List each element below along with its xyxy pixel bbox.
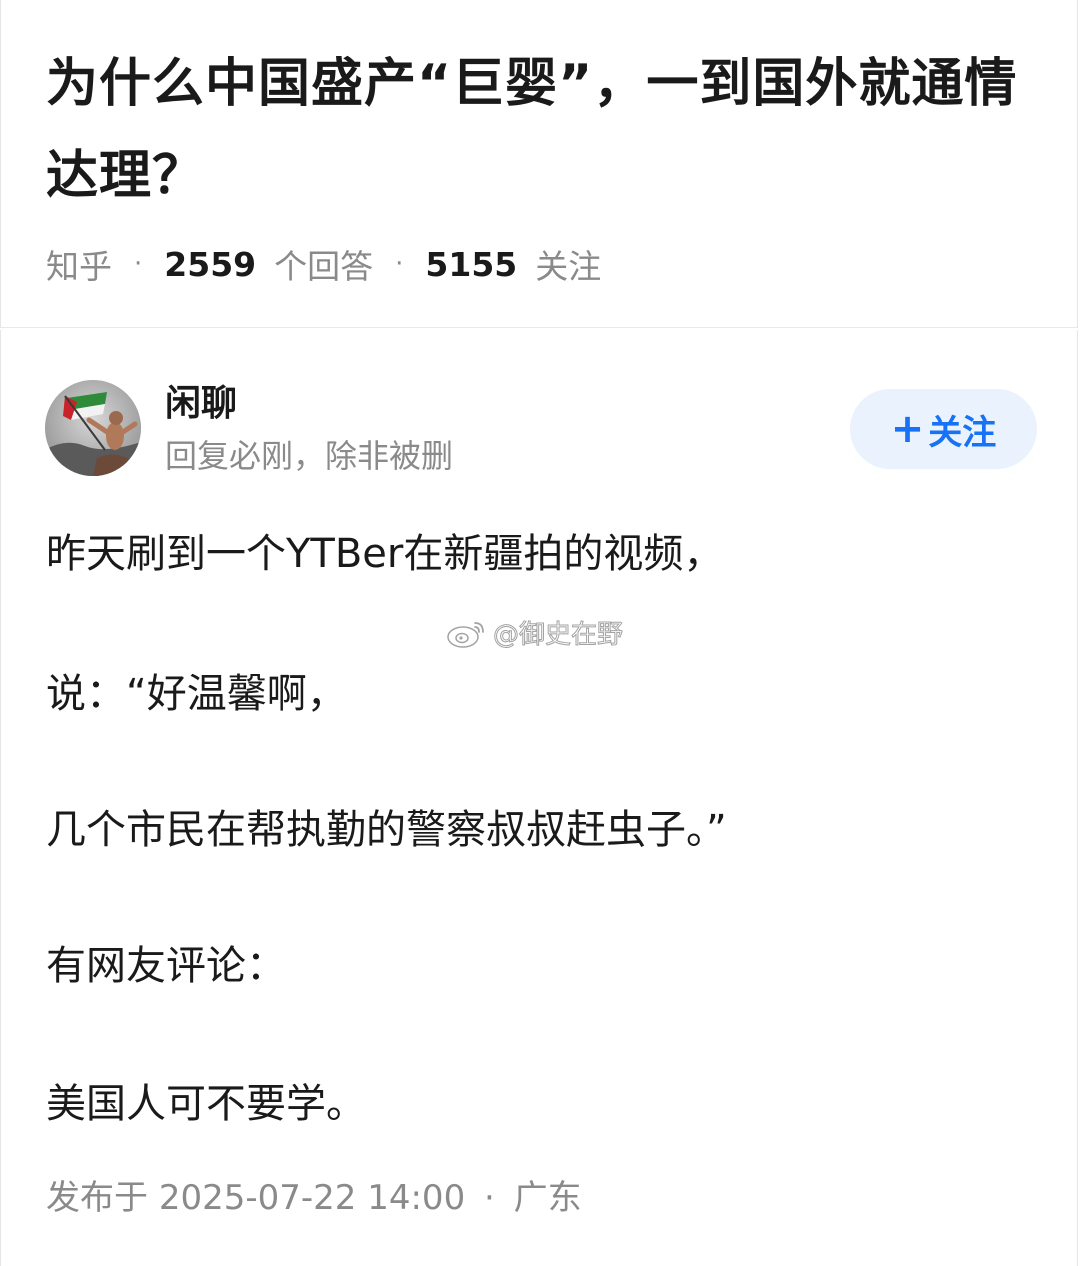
publish-separator: · (484, 1178, 495, 1218)
answer-paragraph: 美国人可不要学。 (46, 1081, 366, 1127)
question-meta: 知乎 · 2559 个回答 · 5155 关注 (46, 240, 601, 288)
avatar-image (45, 380, 141, 476)
answers-count: 2559 (164, 244, 257, 284)
answer-paragraph: 几个市民在帮执勤的警察叔叔赶虫子。” (46, 807, 727, 853)
publish-info: 发布于 2025-07-22 14:00 · 广东 (46, 1174, 582, 1222)
question-source[interactable]: 知乎 (46, 240, 112, 288)
question-card: 为什么中国盛产“巨婴”，一到国外就通情 达理？ 知乎 · 2559 个回答 · 5… (0, 0, 1078, 328)
answer-paragraph: 说：“好温馨啊， (46, 671, 347, 717)
answers-label[interactable]: 个回答 (274, 240, 373, 288)
meta-separator: · (395, 249, 404, 279)
meta-separator: · (134, 249, 143, 279)
follow-button-label: 关注 (928, 412, 997, 453)
question-title[interactable]: 为什么中国盛产“巨婴”，一到国外就通情 达理？ (46, 38, 1046, 222)
answer-paragraph: 昨天刷到一个YTBer在新疆拍的视频， (46, 531, 724, 577)
followers-label[interactable]: 关注 (535, 240, 601, 288)
published-label: 发布于 (46, 1178, 148, 1218)
author-name[interactable]: 闲聊 (165, 380, 237, 428)
watermark: @御史在野 (445, 614, 624, 651)
answer-paragraph: 有网友评论： (46, 943, 286, 989)
author-avatar[interactable] (45, 380, 141, 476)
published-time: 2025-07-22 14:00 (158, 1178, 466, 1218)
follow-button[interactable]: + 关注 (850, 389, 1037, 469)
answer-card: 闲聊 回复必刚，除非被删 + 关注 昨天刷到一个YTBer在新疆拍的视频， @御… (0, 330, 1078, 1266)
plus-icon: + (890, 406, 925, 452)
publish-location: 广东 (513, 1178, 582, 1218)
followers-count: 5155 (425, 244, 518, 284)
weibo-icon (447, 621, 484, 648)
watermark-text: @御史在野 (492, 620, 624, 651)
author-bio: 回复必刚，除非被删 (165, 437, 454, 475)
